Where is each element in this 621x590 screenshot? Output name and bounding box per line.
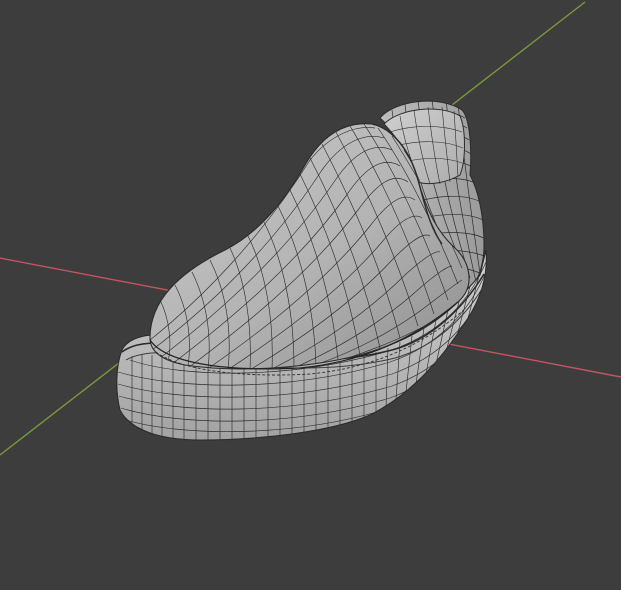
shoe-mesh[interactable]: [116, 98, 487, 442]
viewport-canvas[interactable]: [0, 0, 621, 590]
3d-viewport[interactable]: [0, 0, 621, 590]
